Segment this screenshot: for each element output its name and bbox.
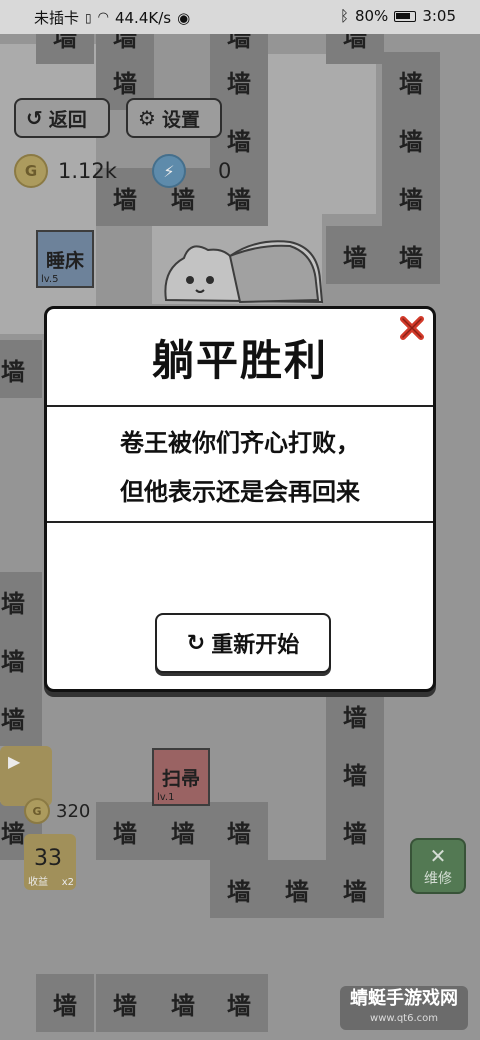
restart-label: 重新开始 <box>211 633 300 658</box>
close-icon <box>400 316 424 340</box>
watermark: 蜻蜓手游戏网 www.qt6.com <box>340 986 468 1030</box>
divider <box>47 521 433 523</box>
status-bar: 未插卡 ▯ ◠ 44.4K/s ◉ ᛒ 80% 3:05 <box>0 0 480 34</box>
watermark-url: www.qt6.com <box>370 1013 438 1024</box>
refresh-icon: ↻ <box>186 630 206 656</box>
sim-icon: ▯ <box>85 10 92 25</box>
watermark-name: 蜻蜓手游戏网 <box>350 988 458 1009</box>
wifi-icon: ◠ <box>97 10 109 25</box>
divider <box>47 405 433 407</box>
net-speed: 44.4K/s <box>114 8 172 27</box>
clock: 3:05 <box>422 7 456 25</box>
victory-dialog: 躺平胜利 卷王被你们齐心打败， 但他表示还是会再回来 ↻ 重新开始 <box>44 306 436 692</box>
close-button[interactable] <box>397 313 427 343</box>
carrier-text: 未插卡 <box>34 9 80 27</box>
restart-button[interactable]: ↻ 重新开始 <box>155 613 331 673</box>
dialog-title: 躺平胜利 <box>151 335 328 385</box>
battery-icon <box>394 10 417 22</box>
message-line-2: 但他表示还是会再回来 <box>120 478 360 506</box>
message-line-1: 卷王被你们齐心打败， <box>120 429 360 457</box>
dialog-message: 卷王被你们齐心打败， 但他表示还是会再回来 <box>47 409 433 521</box>
battery-percent: 80% <box>354 7 389 25</box>
app-icon: ◉ <box>177 8 191 27</box>
bluetooth-icon: ᛒ <box>339 7 349 25</box>
